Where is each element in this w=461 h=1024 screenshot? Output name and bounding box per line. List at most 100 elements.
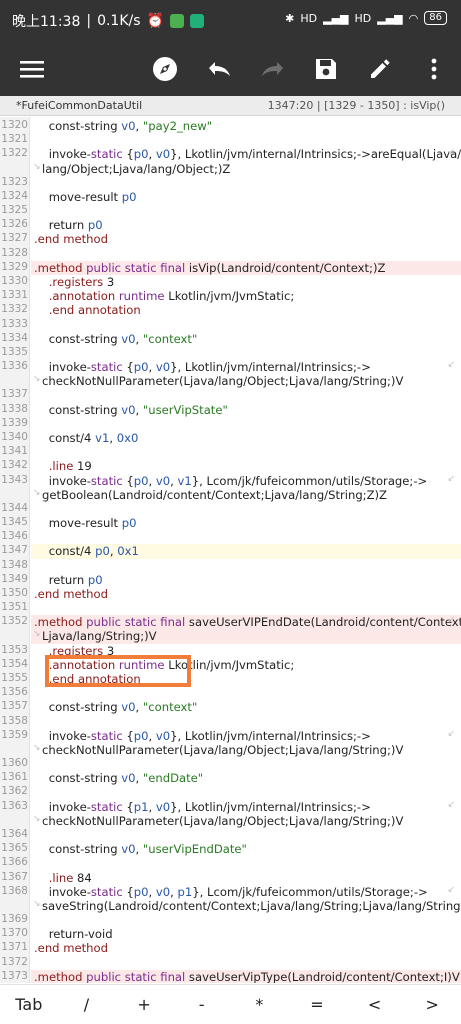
code-line-1338[interactable]: 1338 const-string v0, "userVipState" — [0, 403, 461, 417]
code-line-1357[interactable]: 1357 const-string v0, "context" — [0, 700, 461, 714]
code-line-1339[interactable]: 1339 — [0, 417, 461, 431]
code-line-1332[interactable]: 1332 .end annotation — [0, 303, 461, 317]
code-line-1367[interactable]: 1367 .line 84 — [0, 871, 461, 885]
code-line-1363[interactable]: 1363 invoke-static {p1, v0}, Lkotlin/jvm… — [0, 800, 461, 814]
menu-icon[interactable] — [16, 53, 48, 85]
code-line-1359[interactable]: 1359 invoke-static {p0, v0}, Lkotlin/jvm… — [0, 729, 461, 743]
code-line-1358[interactable]: 1358 — [0, 715, 461, 729]
code-line-1340[interactable]: 1340 const/4 v1, 0x0 — [0, 431, 461, 445]
line-number: 1335 — [1, 345, 28, 358]
code-line-1360[interactable]: 1360 — [0, 757, 461, 771]
line-number: 1337 — [1, 388, 28, 401]
code-line-continuation[interactable]: saveString(Landroid/content/Context;Ljav… — [0, 899, 461, 913]
code-line-1327[interactable]: 1327 .end method — [0, 232, 461, 246]
line-number: 1342 — [1, 459, 28, 472]
code-line-1362[interactable]: 1362 — [0, 785, 461, 799]
code-line-continuation[interactable]: checkNotNullParameter(Ljava/lang/Object;… — [0, 374, 461, 388]
code-line-1361[interactable]: 1361 const-string v0, "endDate" — [0, 771, 461, 785]
code-text: invoke-static {p0, v0, p1}, Lcom/jk/fufe… — [34, 884, 428, 899]
code-line-1323[interactable]: 1323 — [0, 176, 461, 190]
line-number: 1341 — [1, 445, 28, 458]
code-line-1344[interactable]: 1344 — [0, 502, 461, 516]
code-line-1325[interactable]: 1325 — [0, 204, 461, 218]
code-line-1328[interactable]: 1328 — [0, 247, 461, 261]
code-line-1330[interactable]: 1330 .registers 3 — [0, 275, 461, 289]
line-number: 1329 — [1, 260, 28, 273]
wrap-continue-icon: ↘ — [33, 374, 41, 385]
code-line-1366[interactable]: 1366 — [0, 856, 461, 870]
code-line-1331[interactable]: 1331 .annotation runtime Lkotlin/jvm/Jvm… — [0, 289, 461, 303]
key-slash[interactable]: / — [58, 985, 116, 1024]
code-line-1321[interactable]: 1321 — [0, 133, 461, 147]
download-icon — [169, 14, 184, 28]
code-line-1372[interactable]: 1372 — [0, 956, 461, 970]
line-number: 1350 — [1, 586, 28, 599]
code-line-continuation[interactable]: checkNotNullParameter(Ljava/lang/Object;… — [0, 814, 461, 828]
code-line-continuation[interactable]: lang/Object;Ljava/lang/Object;)Z ↘ — [0, 162, 461, 176]
code-line-1335[interactable]: 1335 — [0, 346, 461, 360]
line-number: 1346 — [1, 530, 28, 543]
code-line-1349[interactable]: 1349 return p0 — [0, 573, 461, 587]
code-line-1334[interactable]: 1334 const-string v0, "context" — [0, 332, 461, 346]
code-text: getBoolean(Landroid/content/Context;Ljav… — [42, 487, 387, 502]
more-icon[interactable] — [418, 53, 450, 85]
code-text: return p0 — [34, 218, 103, 233]
network-speed: 0.1K/s — [97, 13, 141, 29]
code-line-1333[interactable]: 1333 — [0, 318, 461, 332]
code-line-1326[interactable]: 1326 return p0 — [0, 218, 461, 232]
code-line-1365[interactable]: 1365 const-string v0, "userVipEndDate" — [0, 842, 461, 856]
code-line-1364[interactable]: 1364 — [0, 828, 461, 842]
code-line-1368[interactable]: 1368 invoke-static {p0, v0, p1}, Lcom/jk… — [0, 885, 461, 899]
key-minus[interactable]: - — [173, 985, 231, 1024]
line-number: 1351 — [1, 601, 28, 614]
line-number: 1347 — [1, 544, 28, 557]
code-text: .line 84 — [48, 870, 92, 885]
code-line-1336[interactable]: 1336 invoke-static {p0, v0}, Lkotlin/jvm… — [0, 360, 461, 374]
key-greater-than[interactable]: > — [403, 985, 461, 1024]
code-line-1373[interactable]: 1373 .method public static final saveUser… — [0, 969, 461, 983]
code-text: lang/Object;Ljava/lang/Object;)Z — [42, 161, 231, 176]
save-icon[interactable] — [310, 53, 342, 85]
code-line-1352[interactable]: 1352 .method public static final saveUser… — [0, 615, 461, 630]
status-bar: 晚上11:38 | 0.1K/s ⏰ ✱ HD ▂▄▆ HD ▂▄▆ ◠ 86 — [0, 0, 461, 42]
code-line-continuation[interactable]: getBoolean(Landroid/content/Context;Ljav… — [0, 488, 461, 502]
code-line-1347[interactable]: 1347 const/4 p0, 0x1 — [0, 544, 461, 559]
edit-icon[interactable] — [364, 53, 396, 85]
code-line-1370[interactable]: 1370 return-void — [0, 927, 461, 941]
undo-icon[interactable] — [203, 53, 235, 85]
compass-icon[interactable] — [149, 53, 181, 85]
key-plus[interactable]: + — [115, 985, 173, 1024]
code-line-continuation[interactable]: checkNotNullParameter(Ljava/lang/Object;… — [0, 743, 461, 757]
code-line-1322[interactable]: 1322 invoke-static {p0, v0}, Lkotlin/jvm… — [0, 147, 461, 161]
wrap-continue-icon: ↘ — [33, 742, 41, 753]
code-line-1371[interactable]: 1371 .end method — [0, 941, 461, 955]
line-number: 1344 — [1, 501, 28, 514]
key-equals[interactable]: = — [288, 985, 346, 1024]
code-line-1350[interactable]: 1350 .end method — [0, 587, 461, 601]
code-line-1320[interactable]: 1320 const-string v0, "pay2_new" — [0, 119, 461, 133]
code-line-1356[interactable]: 1356 — [0, 686, 461, 700]
code-line-1351[interactable]: 1351 — [0, 601, 461, 615]
code-line-1341[interactable]: 1341 — [0, 445, 461, 459]
code-text: const-string v0, "pay2_new" — [34, 119, 213, 133]
redo-icon[interactable] — [257, 53, 289, 85]
code-line-1324[interactable]: 1324 move-result p0 — [0, 190, 461, 204]
key-asterisk[interactable]: * — [231, 985, 289, 1024]
key-less-than[interactable]: < — [346, 985, 404, 1024]
code-line-1337[interactable]: 1337 — [0, 388, 461, 402]
code-line-1342[interactable]: 1342 .line 19 — [0, 459, 461, 473]
line-number: 1321 — [1, 133, 28, 146]
code-line-1346[interactable]: 1346 — [0, 530, 461, 544]
clock: 晚上11:38 — [12, 14, 81, 30]
file-name[interactable]: *FufeiCommonDataUtil — [16, 99, 142, 112]
code-line-continuation[interactable]: Ljava/lang/String;)V ↘ — [0, 629, 461, 644]
code-text: .line 19 — [48, 459, 92, 474]
code-line-1345[interactable]: 1345 move-result p0 — [0, 516, 461, 530]
line-number: 1354 — [1, 657, 28, 670]
key-tab[interactable]: Tab — [0, 985, 58, 1024]
code-line-1348[interactable]: 1348 — [0, 559, 461, 573]
code-editor[interactable]: 1320 const-string v0, "pay2_new" 1321 1322… — [0, 117, 461, 983]
code-line-1343[interactable]: 1343 invoke-static {p0, v0, v1}, Lcom/jk… — [0, 474, 461, 488]
code-line-1329[interactable]: 1329 .method public static final isVip(La… — [0, 260, 461, 275]
code-line-1369[interactable]: 1369 — [0, 913, 461, 927]
